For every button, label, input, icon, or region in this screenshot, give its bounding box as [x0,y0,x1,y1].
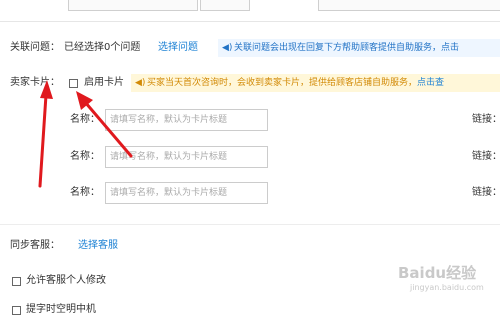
arrow-to-checkbox [76,91,133,158]
arrow-to-label [38,80,53,188]
annotation-arrows [38,80,133,188]
